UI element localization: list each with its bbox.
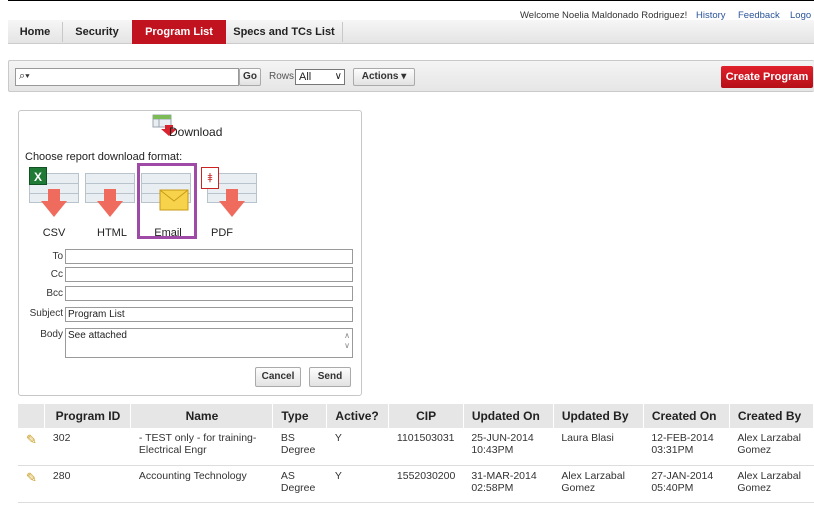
download-arrow-icon: [41, 189, 67, 217]
cc-label: Cc: [50, 269, 63, 280]
edit-pencil-icon[interactable]: ✎: [26, 432, 37, 447]
search-input[interactable]: ⌕▾: [15, 68, 239, 86]
cell-name: Accounting Technology: [130, 465, 273, 503]
cell-cip: 1101503031: [388, 428, 464, 466]
csv-format-option[interactable]: X: [27, 167, 81, 219]
download-panel: Download Choose report download format: …: [18, 110, 362, 396]
col-created-by[interactable]: Created By: [729, 404, 814, 428]
to-label: To: [52, 251, 63, 262]
col-updated-on[interactable]: Updated On: [463, 404, 554, 428]
cell-active: Y: [326, 428, 389, 466]
cell-created-on: 12-FEB-2014 03:31PM: [643, 428, 730, 466]
chevron-down-icon: ∨: [334, 71, 342, 82]
col-type[interactable]: Type: [272, 404, 328, 428]
send-button[interactable]: Send: [309, 367, 351, 387]
cell-created-by: Alex Larzabal Gomez: [729, 428, 814, 466]
cell-created-on: 27-JAN-2014 05:40PM: [643, 465, 730, 503]
to-field[interactable]: [65, 249, 353, 264]
cell-updated-by: Laura Blasi: [553, 428, 644, 466]
html-format-option[interactable]: [83, 167, 137, 219]
actions-menu-button[interactable]: Actions ▾: [353, 68, 415, 86]
body-label: Body: [40, 329, 63, 340]
download-arrow-icon: [219, 189, 245, 217]
cell-active: Y: [326, 465, 389, 503]
cell-updated-by: Alex Larzabal Gomez: [553, 465, 644, 503]
go-button[interactable]: Go: [239, 68, 261, 86]
tab-security[interactable]: Security: [63, 20, 131, 44]
table-row: ✎ 302 - TEST only - for training- Electr…: [18, 428, 814, 466]
cell-updated-on: 31-MAR-2014 02:58PM: [463, 465, 554, 503]
html-label[interactable]: HTML: [87, 227, 137, 239]
col-name[interactable]: Name: [130, 404, 274, 428]
cell-program-id: 302: [44, 428, 131, 466]
subject-label: Subject: [29, 308, 63, 319]
textarea-scroll-icon[interactable]: ∧ ∨: [344, 331, 350, 351]
excel-icon: X: [29, 167, 47, 185]
cell-updated-on: 25-JUN-2014 10:43PM: [463, 428, 554, 466]
rows-label: Rows: [269, 71, 295, 82]
pdf-format-option[interactable]: ⯒: [197, 167, 257, 219]
bcc-label: Bcc: [46, 288, 63, 299]
report-toolbar: ⌕▾ Go Rows All ∨ Actions ▾ Create Progra…: [8, 60, 814, 92]
choose-format-label: Choose report download format:: [25, 151, 183, 163]
cell-created-by: Alex Larzabal Gomez: [729, 465, 814, 503]
cell-program-id: 280: [44, 465, 131, 503]
tab-program-list[interactable]: Program List: [132, 20, 226, 44]
cell-type: BS Degree: [272, 428, 327, 466]
top-border: [8, 0, 814, 8]
col-created-on[interactable]: Created On: [643, 404, 730, 428]
cancel-button[interactable]: Cancel: [255, 367, 301, 387]
download-arrow-icon: [97, 189, 123, 217]
search-icon[interactable]: ⌕▾: [19, 70, 30, 83]
tab-specs-tcs-list[interactable]: Specs and TCs List: [226, 20, 342, 44]
rows-select[interactable]: All ∨: [295, 69, 345, 85]
cc-field[interactable]: [65, 267, 353, 282]
tab-home[interactable]: Home: [8, 20, 62, 44]
cell-cip: 1552030200: [388, 465, 464, 503]
cell-type: AS Degree: [272, 465, 327, 503]
col-program-id[interactable]: Program ID: [44, 404, 132, 428]
col-cip[interactable]: CIP: [388, 404, 464, 428]
table-header-row: Program ID Name Type Active? CIP Updated…: [18, 404, 814, 428]
col-updated-by[interactable]: Updated By: [553, 404, 644, 428]
cell-name: - TEST only - for training- Electrical E…: [130, 428, 273, 466]
bcc-field[interactable]: [65, 286, 353, 301]
subject-field[interactable]: Program List: [65, 307, 353, 322]
pdf-label[interactable]: PDF: [197, 227, 247, 239]
tab-bar: Home Security Program List Specs and TCs…: [8, 20, 814, 44]
create-program-button[interactable]: Create Program: [721, 66, 813, 88]
csv-label[interactable]: CSV: [29, 227, 79, 239]
pdf-icon: ⯒: [201, 167, 219, 189]
email-label[interactable]: Email: [143, 227, 193, 239]
program-table: Program ID Name Type Active? CIP Updated…: [18, 404, 814, 503]
edit-pencil-icon[interactable]: ✎: [26, 470, 37, 485]
download-title: Download: [169, 125, 223, 139]
col-active[interactable]: Active?: [326, 404, 390, 428]
table-row: ✎ 280 Accounting Technology AS Degree Y …: [18, 465, 814, 503]
body-field[interactable]: See attached ∧ ∨: [65, 328, 353, 358]
